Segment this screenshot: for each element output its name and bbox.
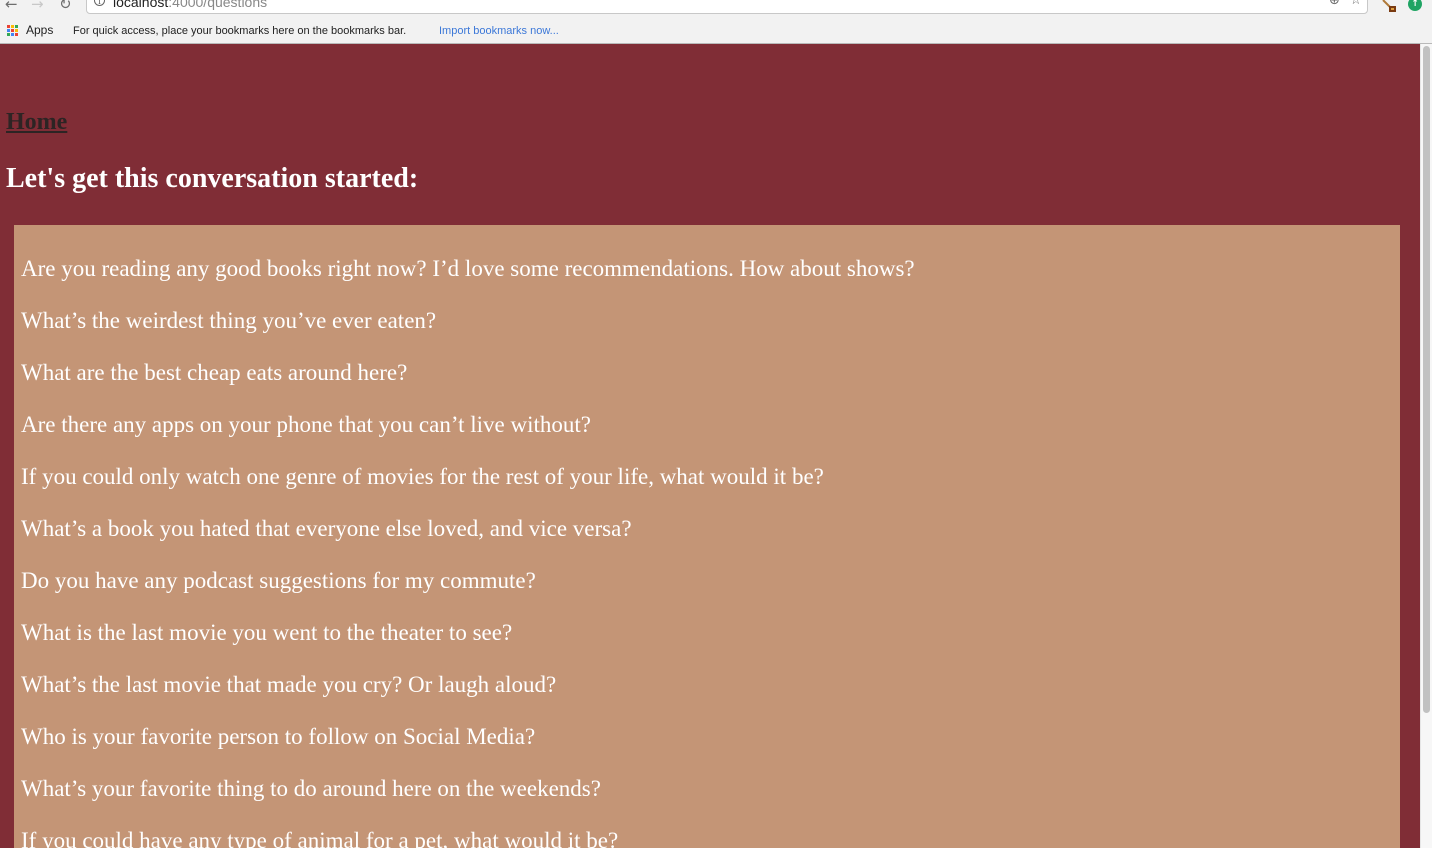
question-item: Do you have any podcast suggestions for … [21, 568, 536, 593]
questions-panel: Are you reading any good books right now… [14, 225, 1400, 848]
scrollbar-thumb[interactable] [1423, 46, 1430, 713]
question-item: Are there any apps on your phone that yo… [21, 412, 591, 437]
apps-shortcut[interactable]: Apps [26, 23, 53, 38]
url-host: localhost [113, 0, 169, 10]
bookmarks-hint-text: For quick access, place your bookmarks h… [73, 25, 407, 37]
vertical-scrollbar[interactable] [1420, 44, 1432, 848]
page-viewport: Home Let's get this conversation started… [0, 44, 1420, 848]
apps-grid-icon[interactable] [7, 25, 19, 37]
import-bookmarks-link[interactable]: Import bookmarks now... [439, 24, 559, 38]
question-item: If you could only watch one genre of mov… [21, 464, 824, 489]
question-item: Are you reading any good books right now… [21, 256, 915, 281]
questions-list: Are you reading any good books right now… [21, 255, 915, 848]
extension-icon[interactable] [1380, 0, 1397, 13]
question-item: Who is your favorite person to follow on… [21, 724, 536, 749]
address-bar[interactable] [86, 0, 1368, 14]
question-item: What’s your favorite thing to do around … [21, 776, 601, 801]
url-text[interactable]: localhost:4000/questions [113, 0, 267, 10]
question-item: What are the best cheap eats around here… [21, 360, 408, 385]
update-available-icon[interactable]: ↑ [1408, 0, 1422, 11]
zoom-icon[interactable]: ⊕ [1329, 0, 1340, 8]
question-item: If you could have any type of animal for… [21, 828, 619, 848]
question-item: What’s the last movie that made you cry?… [21, 672, 557, 697]
browser-toolbar: ← → ↻ i localhost:4000/questions ⊕ ☆ ↑ [0, 0, 1432, 18]
back-arrow-icon[interactable]: ← [5, 0, 18, 13]
reload-icon[interactable]: ↻ [59, 0, 72, 13]
forward-arrow-icon[interactable]: → [31, 0, 44, 13]
home-link[interactable]: Home [6, 108, 67, 136]
question-item: What is the last movie you went to the t… [21, 620, 513, 645]
bookmark-star-icon[interactable]: ☆ [1350, 0, 1362, 8]
page-title: Let's get this conversation started: [6, 163, 419, 194]
question-item: What’s a book you hated that everyone el… [21, 516, 632, 541]
url-path: :4000/questions [168, 0, 268, 10]
bookmarks-bar: Apps For quick access, place your bookma… [0, 18, 1432, 44]
question-item: What’s the weirdest thing you’ve ever ea… [21, 308, 437, 333]
